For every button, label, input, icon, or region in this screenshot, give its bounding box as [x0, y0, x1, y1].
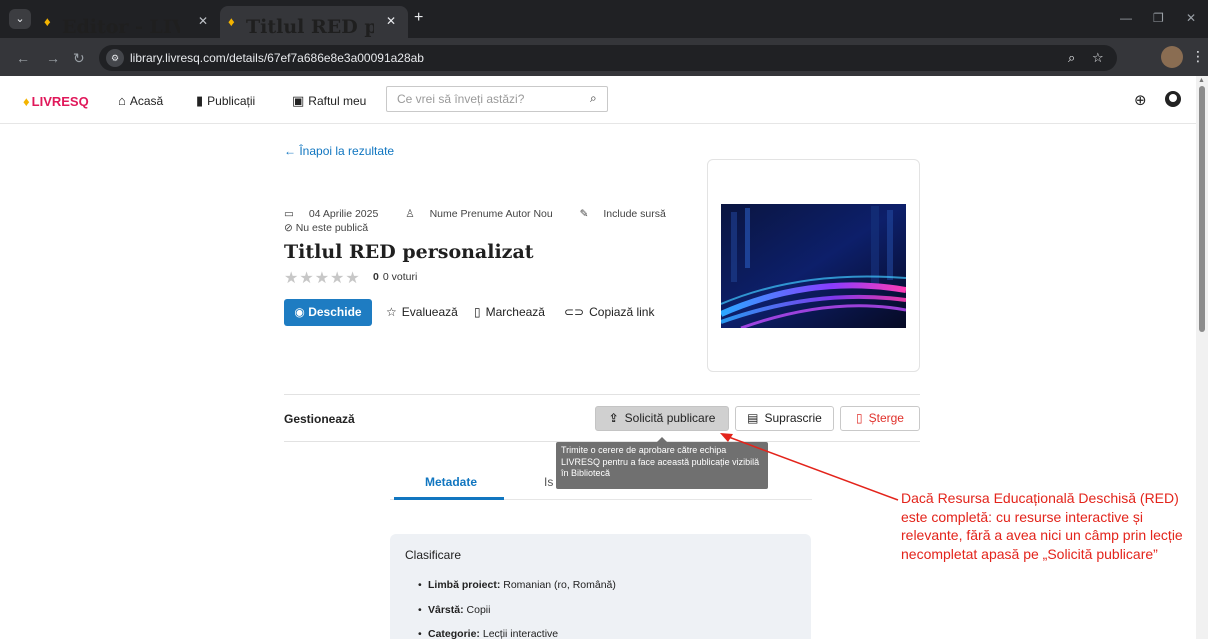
annotation-text: Dacă Resursa Educațională Deschisă (RED)… — [901, 490, 1183, 562]
scrollbar-thumb[interactable] — [1199, 86, 1205, 332]
scroll-up-icon[interactable]: ▲ — [1198, 77, 1205, 84]
